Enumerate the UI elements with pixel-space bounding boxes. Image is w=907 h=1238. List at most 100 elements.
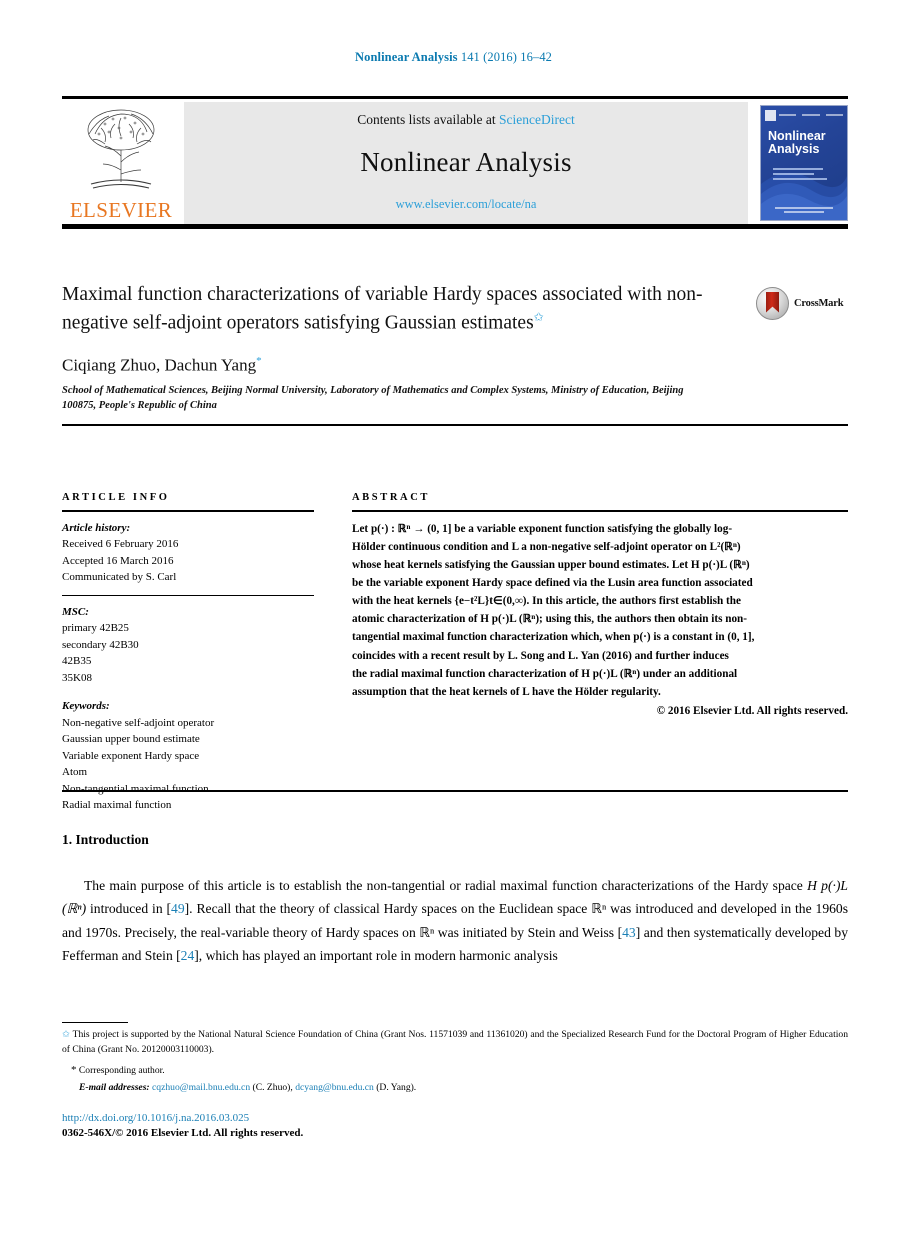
msc-label: MSC:	[62, 605, 89, 618]
footnote-section: ✩ This project is supported by the Natio…	[62, 1022, 848, 1095]
abstract-column: ABSTRACT Let p(·) : ℝⁿ → (0, 1] be a var…	[352, 492, 848, 814]
citation-link[interactable]: 49	[171, 901, 185, 916]
abstract-line: whose heat kernels satisfying the Gaussi…	[352, 558, 750, 571]
title-footnote-marker[interactable]: ✩	[534, 310, 544, 324]
issn-copyright-line: 0362-546X/© 2016 Elsevier Ltd. All right…	[62, 1127, 304, 1139]
funding-footnote-marker: ✩	[62, 1029, 71, 1041]
intro-text-part: The main purpose of this article is to e…	[84, 878, 808, 893]
introduction-heading: 1. Introduction	[62, 832, 149, 847]
crossmark-badge[interactable]: CrossMark	[756, 286, 848, 320]
author-list: Ciqiang Zhuo, Dachun Yang*	[62, 355, 848, 376]
abstract-copyright: © 2016 Elsevier Ltd. All rights reserved…	[656, 705, 848, 717]
keyword-item: Radial maximal function	[62, 799, 172, 812]
info-abstract-section: ARTICLE INFO Article history: Received 6…	[62, 492, 848, 814]
abstract-line: the radial maximal function characteriza…	[352, 667, 738, 680]
email-footnote: E-mail addresses: cqzhuo@mail.bnu.edu.cn…	[79, 1081, 848, 1095]
article-info-column: ARTICLE INFO Article history: Received 6…	[62, 492, 314, 814]
cover-meta-lines	[779, 114, 843, 116]
journal-cover-thumbnail: Nonlinear Analysis	[760, 104, 848, 221]
email-label: E-mail addresses:	[79, 1081, 150, 1093]
crossmark-icon	[756, 286, 789, 320]
introduction-section: 1. Introduction The main purpose of this…	[62, 832, 848, 968]
keywords-group: Keywords: Non-negative self-adjoint oper…	[62, 698, 314, 814]
abstract-line: assumption that the heat kernels of L ha…	[352, 685, 661, 698]
abstract-line: tangential maximal function characteriza…	[352, 631, 755, 644]
history-received: Received 6 February 2016	[62, 538, 179, 551]
keywords-label: Keywords:	[62, 700, 110, 713]
article-history-group: Article history: Received 6 February 201…	[62, 520, 314, 586]
abstract-line: atomic characterization of H p(·)L (ℝⁿ);…	[352, 613, 747, 626]
keyword-item: Non-negative self-adjoint operator	[62, 716, 215, 729]
masthead-top-rule	[62, 96, 848, 99]
abstract-line: be the variable exponent Hardy space def…	[352, 577, 753, 590]
msc-code-4: 35K08	[62, 671, 92, 684]
journal-masthead: ELSEVIER Contents lists available at Sci…	[62, 96, 848, 229]
corresponding-author-marker[interactable]: *	[256, 355, 262, 367]
elsevier-tree-icon	[75, 104, 167, 192]
footnote-rule	[62, 1022, 128, 1024]
abstract-rule	[352, 510, 848, 512]
cover-subtitle-lines	[773, 167, 837, 182]
journal-cover-block: Nonlinear Analysis	[756, 102, 848, 224]
title-block: Maximal function characterizations of va…	[62, 282, 848, 427]
corresponding-author-footnote: * Corresponding author.	[71, 1062, 848, 1079]
running-head-reference: 141 (2016) 16–42	[460, 50, 553, 64]
cover-footer-lines	[775, 206, 833, 215]
masthead-bottom-rule	[62, 223, 848, 229]
abstract-line: coincides with a recent result by L. Son…	[352, 649, 729, 662]
intro-text-part: introduced in [	[86, 901, 172, 917]
msc-group: MSC: primary 42B25 secondary 42B30 42B35…	[62, 604, 314, 687]
page-title: Maximal function characterizations of va…	[62, 282, 722, 337]
msc-rule	[62, 594, 314, 596]
citation-link[interactable]: 43	[622, 925, 636, 940]
cover-header-strip	[765, 109, 843, 121]
cover-title-line-2: Analysis	[768, 142, 820, 156]
cover-title: Nonlinear Analysis	[768, 128, 842, 157]
affiliation: School of Mathematical Sciences, Beijing…	[62, 384, 684, 412]
email-link-yang[interactable]: dcyang@bnu.edu.cn	[295, 1082, 374, 1093]
running-head: Nonlinear Analysis 141 (2016) 16–42	[0, 50, 907, 65]
abstract-line: with the heat kernels {e−t²L}t∈(0,∞). In…	[352, 595, 741, 608]
abstract-heading: ABSTRACT	[352, 492, 430, 503]
page-footer: http://dx.doi.org/10.1016/j.na.2016.03.0…	[62, 1112, 848, 1139]
email-owner-zhuo: (C. Zhuo),	[252, 1081, 293, 1093]
keyword-item: Variable exponent Hardy space	[62, 749, 200, 762]
funding-footnote: ✩ This project is supported by the Natio…	[62, 1028, 848, 1057]
article-info-heading: ARTICLE INFO	[62, 492, 170, 503]
abstract-line: Hölder continuous condition and L a non-…	[352, 540, 741, 553]
cover-publisher-badge	[765, 109, 776, 121]
elsevier-wordmark: ELSEVIER	[69, 197, 173, 222]
article-page: Nonlinear Analysis 141 (2016) 16–42 ELSE…	[0, 0, 907, 1238]
article-title-text: Maximal function characterizations of va…	[62, 284, 703, 334]
crossmark-label: CrossMark	[794, 297, 844, 309]
abstract-body: Let p(·) : ℝⁿ → (0, 1] be a variable exp…	[352, 520, 848, 701]
msc-code-3: 42B35	[62, 655, 92, 668]
article-info-rule	[62, 510, 314, 512]
contents-available-line: Contents lists available at ScienceDirec…	[357, 112, 574, 128]
contents-prefix: Contents lists available at	[357, 111, 499, 127]
title-block-rule	[62, 424, 848, 427]
corresponding-footnote-marker: *	[71, 1064, 77, 1077]
email-owner-yang: (D. Yang).	[376, 1081, 417, 1093]
history-accepted: Accepted 16 March 2016	[62, 554, 174, 567]
abstract-section-rule	[62, 790, 848, 792]
author-names: Ciqiang Zhuo, Dachun Yang	[62, 355, 257, 375]
publisher-block: ELSEVIER	[62, 102, 180, 224]
msc-code-1: primary 42B25	[62, 622, 129, 635]
cover-title-line-1: Nonlinear	[768, 128, 826, 143]
journal-homepage-link[interactable]: www.elsevier.com/locate/na	[396, 197, 537, 212]
funding-footnote-text: This project is supported by the Nationa…	[62, 1029, 848, 1055]
intro-text-part: ], which has played an important role in…	[194, 948, 558, 964]
citation-link[interactable]: 24	[181, 948, 195, 963]
keyword-item: Gaussian upper bound estimate	[62, 733, 200, 746]
article-history-label: Article history:	[62, 521, 131, 534]
running-head-journal: Nonlinear Analysis	[354, 50, 458, 64]
doi-link[interactable]: http://dx.doi.org/10.1016/j.na.2016.03.0…	[62, 1112, 848, 1124]
corresponding-footnote-text: Corresponding author.	[78, 1065, 165, 1077]
abstract-line: Let p(·) : ℝⁿ → (0, 1] be a variable exp…	[352, 522, 733, 535]
introduction-paragraph: The main purpose of this article is to e…	[62, 874, 848, 968]
masthead-center: Contents lists available at ScienceDirec…	[184, 101, 748, 224]
history-communicated: Communicated by S. Carl	[62, 571, 177, 584]
sciencedirect-link[interactable]: ScienceDirect	[499, 112, 575, 127]
email-link-zhuo[interactable]: cqzhuo@mail.bnu.edu.cn	[152, 1082, 250, 1093]
